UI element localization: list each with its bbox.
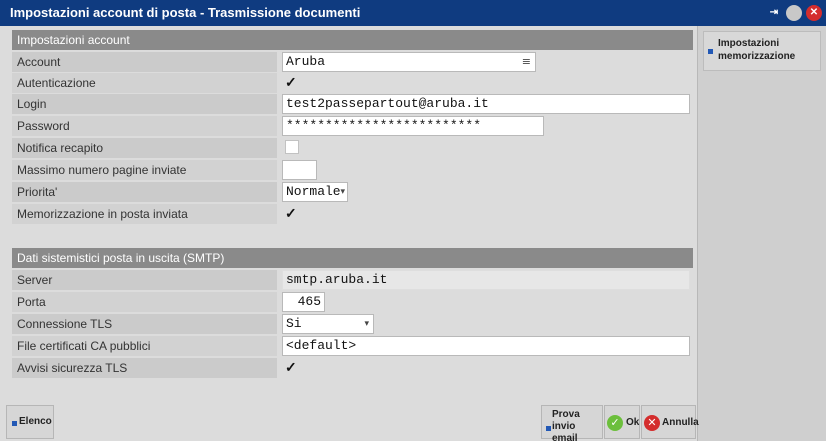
bullet-icon (546, 426, 551, 431)
row-autenticazione: Autenticazione ✓ (12, 73, 693, 94)
check-circle-icon: ✓ (607, 415, 623, 431)
menu-icon[interactable]: ≡ (522, 53, 531, 71)
pin-icon[interactable]: ⇥ (766, 5, 782, 21)
chevron-down-icon[interactable]: ▾ (364, 315, 369, 333)
cancel-circle-icon: ✕ (644, 415, 660, 431)
row-certificati: File certificati CA pubblici <default> (12, 336, 693, 357)
row-account: Account Aruba ≡ (12, 52, 693, 73)
porta-label: Porta (12, 292, 277, 312)
row-server: Server smtp.aruba.it (12, 270, 693, 291)
tls-value: Si (286, 316, 302, 331)
prova-invio-email-button[interactable]: Prova invio email (541, 405, 603, 441)
elenco-label: Elenco (19, 416, 52, 427)
close-icon[interactable]: ✕ (806, 5, 822, 21)
main-form: Impostazioni account Account Aruba ≡ Aut… (12, 26, 697, 441)
account-label: Account (12, 52, 277, 72)
ok-label: Ok (626, 417, 640, 428)
autenticazione-label: Autenticazione (12, 73, 277, 93)
side-button-line1: Impostazioni (718, 38, 780, 49)
ok-button[interactable]: ✓ Ok (604, 405, 640, 439)
row-avvisi: Avvisi sicurezza TLS ✓ (12, 358, 693, 379)
minimize-icon[interactable] (786, 5, 802, 21)
autenticazione-checkbox[interactable]: ✓ (285, 75, 299, 89)
prova-label-line2: invio email (552, 421, 578, 441)
certificati-label: File certificati CA pubblici (12, 336, 277, 356)
section-header-account: Impostazioni account (12, 30, 693, 50)
bullet-icon (12, 421, 17, 426)
avvisi-checkbox[interactable]: ✓ (285, 360, 299, 374)
memorizzazione-checkbox[interactable]: ✓ (285, 206, 299, 220)
priorita-value: Normale (286, 184, 341, 199)
row-notifica: Notifica recapito (12, 138, 693, 159)
massimo-label: Massimo numero pagine inviate (12, 160, 277, 180)
elenco-button[interactable]: Elenco (6, 405, 54, 439)
row-porta: Porta 465 (12, 292, 693, 313)
section-header-smtp: Dati sistemistici posta in uscita (SMTP) (12, 248, 693, 268)
login-input[interactable]: test2passepartout@aruba.it (282, 94, 690, 114)
account-select[interactable]: Aruba ≡ (282, 52, 536, 72)
notifica-checkbox[interactable] (285, 140, 299, 154)
login-label: Login (12, 94, 277, 114)
bullet-icon (708, 49, 713, 54)
account-value: Aruba (286, 54, 326, 69)
row-massimo: Massimo numero pagine inviate (12, 160, 693, 181)
prova-label-line1: Prova (552, 409, 580, 420)
side-button-line2: memorizzazione (718, 51, 796, 62)
impostazioni-memorizzazione-button[interactable]: Impostazioni memorizzazione (703, 31, 821, 71)
row-memorizzazione: Memorizzazione in posta inviata ✓ (12, 204, 693, 225)
porta-input[interactable]: 465 (282, 292, 325, 312)
right-sidebar: Impostazioni memorizzazione (697, 26, 826, 441)
notifica-label: Notifica recapito (12, 138, 277, 158)
certificati-input[interactable]: <default> (282, 336, 690, 356)
annulla-label: Annulla (662, 417, 699, 428)
annulla-button[interactable]: ✕ Annulla (641, 405, 699, 439)
row-priorita: Priorita' Normale ▾ (12, 182, 693, 203)
window-titlebar: Impostazioni account di posta - Trasmiss… (0, 0, 826, 26)
server-input[interactable]: smtp.aruba.it (282, 270, 690, 290)
server-label: Server (12, 270, 277, 290)
tls-select[interactable]: Si ▾ (282, 314, 374, 334)
priorita-label: Priorita' (12, 182, 277, 202)
password-input[interactable]: ************************* (282, 116, 544, 136)
memorizzazione-label: Memorizzazione in posta inviata (12, 204, 277, 224)
row-tls: Connessione TLS Si ▾ (12, 314, 693, 335)
password-label: Password (12, 116, 277, 136)
massimo-input[interactable] (282, 160, 317, 180)
tls-label: Connessione TLS (12, 314, 277, 334)
row-login: Login test2passepartout@aruba.it (12, 94, 693, 115)
window-controls: ⇥ ✕ (766, 5, 822, 21)
window-title: Impostazioni account di posta - Trasmiss… (10, 5, 361, 20)
row-password: Password ************************* (12, 116, 693, 137)
priorita-select[interactable]: Normale ▾ (282, 182, 348, 202)
chevron-down-icon[interactable]: ▾ (340, 183, 345, 201)
avvisi-label: Avvisi sicurezza TLS (12, 358, 277, 378)
